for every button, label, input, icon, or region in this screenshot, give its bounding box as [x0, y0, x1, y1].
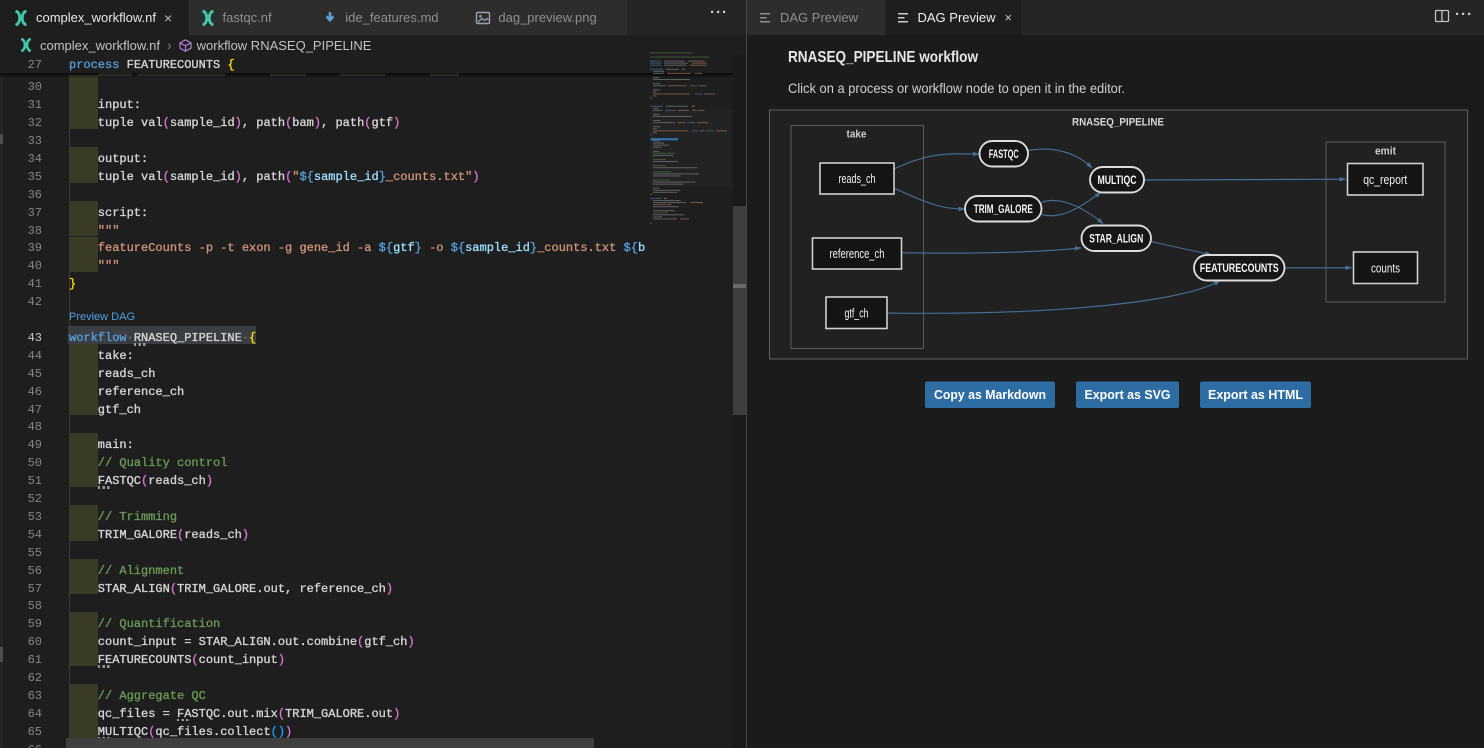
svg-text:MULTIQC: MULTIQC: [1098, 173, 1137, 187]
svg-text:take: take: [847, 129, 867, 141]
svg-text:Export as HTML: Export as HTML: [1208, 387, 1303, 402]
svg-text:RNASEQ_PIPELINE workflow: RNASEQ_PIPELINE workflow: [788, 49, 978, 66]
svg-text:RNASEQ_PIPELINE: RNASEQ_PIPELINE: [1072, 117, 1164, 129]
svg-text:STAR_ALIGN: STAR_ALIGN: [1089, 232, 1143, 246]
svg-text:reads_ch: reads_ch: [839, 172, 876, 186]
svg-text:Copy as Markdown: Copy as Markdown: [934, 387, 1046, 402]
svg-text:reference_ch: reference_ch: [830, 247, 885, 261]
svg-text:FASTQC: FASTQC: [989, 147, 1019, 161]
svg-text:qc_report: qc_report: [1363, 173, 1407, 187]
svg-text:gtf_ch: gtf_ch: [845, 306, 869, 320]
svg-text:TRIM_GALORE: TRIM_GALORE: [974, 202, 1033, 216]
svg-text:counts: counts: [1371, 261, 1400, 275]
svg-text:Export as SVG: Export as SVG: [1085, 387, 1171, 402]
svg-text:emit: emit: [1375, 146, 1396, 158]
svg-text:FEATURECOUNTS: FEATURECOUNTS: [1200, 261, 1279, 275]
svg-text:Click on a process or workflow: Click on a process or workflow node to o…: [788, 81, 1125, 96]
